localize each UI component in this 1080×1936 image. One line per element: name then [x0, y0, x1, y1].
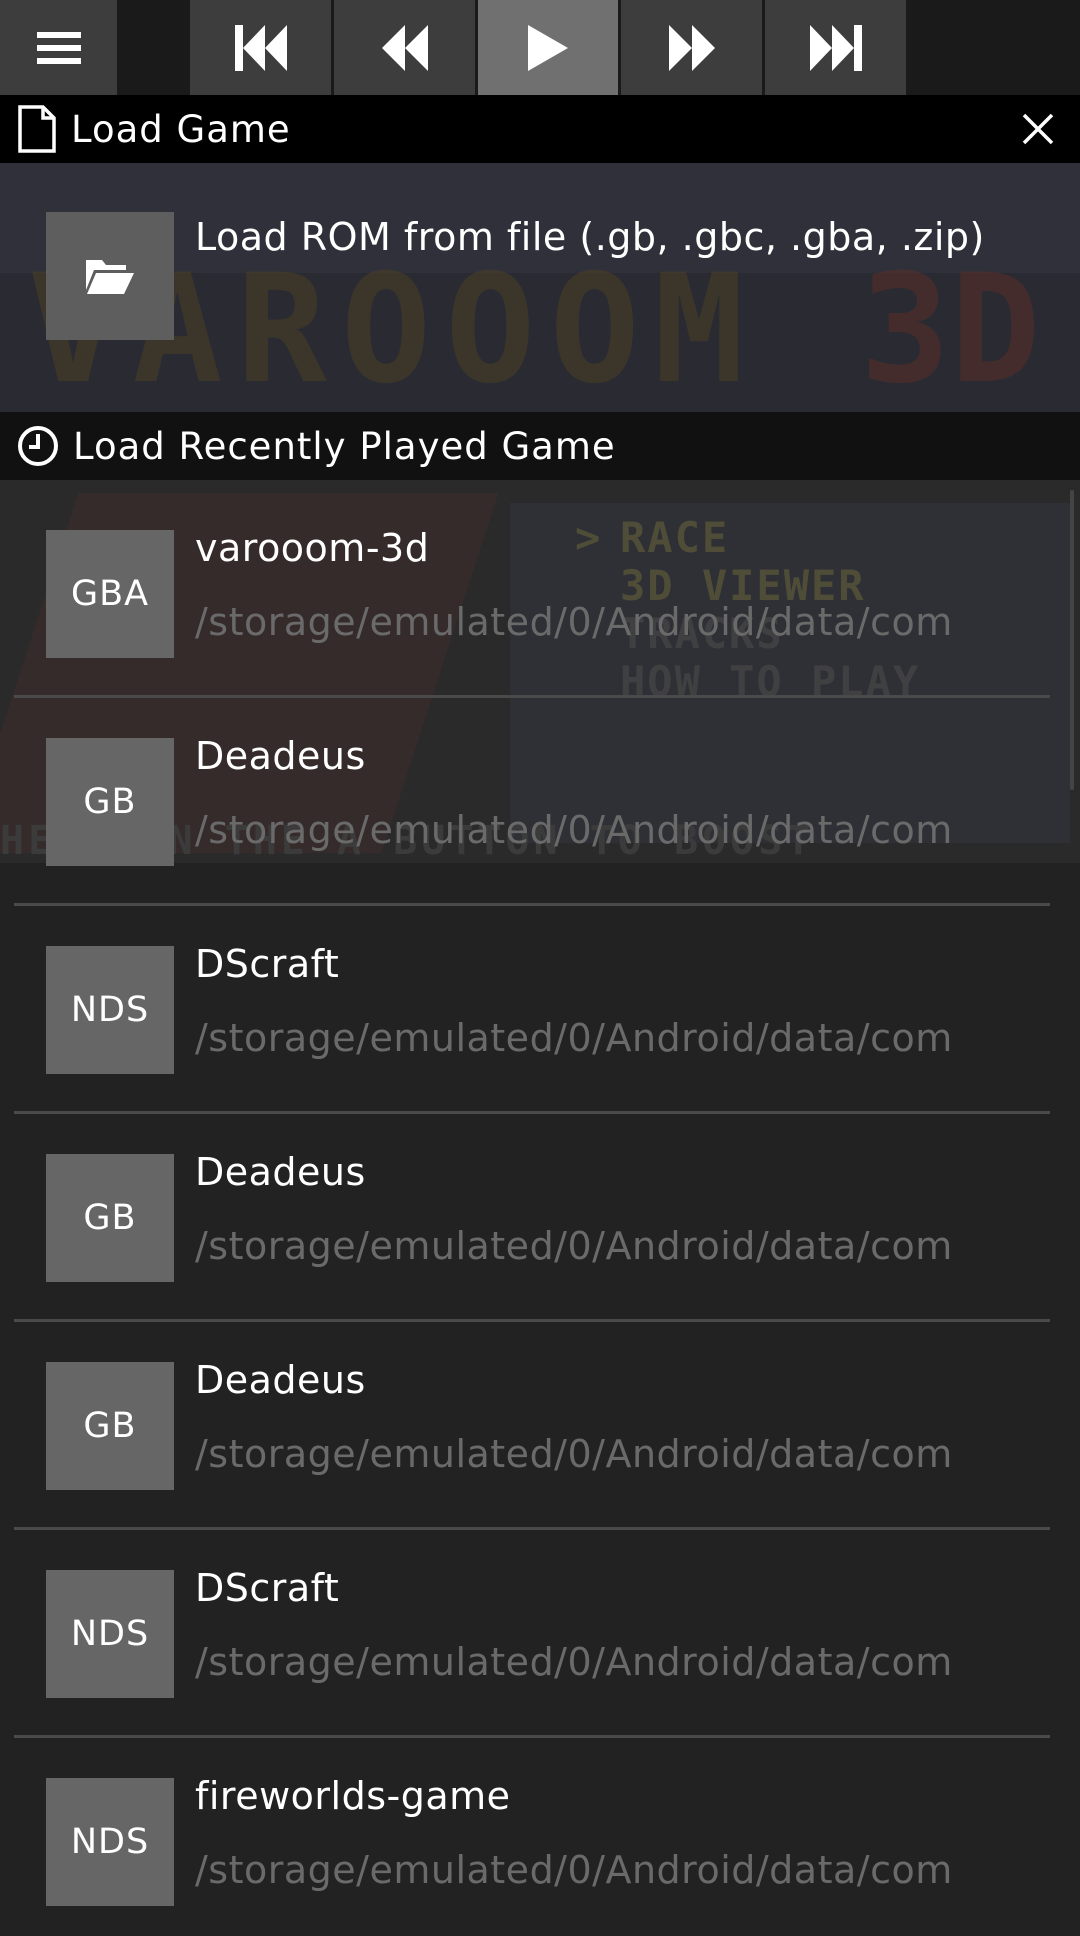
skip-previous-button[interactable]: [190, 0, 331, 95]
game-name: Deadeus: [195, 734, 366, 778]
recent-game-item[interactable]: NDS DScraft /storage/emulated/0/Android/…: [0, 896, 1050, 1104]
game-path: /storage/emulated/0/Android/data/com: [195, 1432, 953, 1476]
load-rom-label: Load ROM from file (.gb, .gbc, .gba, .zi…: [195, 215, 985, 259]
game-path: /storage/emulated/0/Android/data/com: [195, 1016, 953, 1060]
recent-game-item[interactable]: GBA varooom-3d /storage/emulated/0/Andro…: [0, 480, 1050, 688]
skip-next-icon: [809, 24, 862, 71]
game-path: /storage/emulated/0/Android/data/com: [195, 600, 953, 644]
scrollbar[interactable]: [1070, 490, 1074, 790]
recent-game-item[interactable]: GB Deadeus /storage/emulated/0/Android/d…: [0, 688, 1050, 896]
rewind-icon: [381, 24, 428, 71]
recent-games-header: Load Recently Played Game: [0, 412, 1080, 480]
menu-icon: [36, 31, 81, 64]
game-name: varooom-3d: [195, 526, 430, 570]
recent-game-item[interactable]: GB Deadeus /storage/emulated/0/Android/d…: [0, 1104, 1050, 1312]
platform-badge: NDS: [46, 1778, 174, 1906]
game-path: /storage/emulated/0/Android/data/com: [195, 808, 953, 852]
menu-button[interactable]: [0, 0, 117, 95]
platform-badge: GB: [46, 738, 174, 866]
platform-badge: NDS: [46, 946, 174, 1074]
folder-open-icon: [86, 260, 134, 294]
close-button[interactable]: [1016, 107, 1060, 151]
toolbar: [0, 0, 1080, 95]
game-name: Deadeus: [195, 1150, 366, 1194]
recent-games-title: Load Recently Played Game: [73, 424, 616, 468]
rewind-button[interactable]: [334, 0, 475, 95]
play-icon: [528, 24, 568, 71]
fast-forward-button[interactable]: [621, 0, 762, 95]
game-name: fireworlds-game: [195, 1774, 511, 1818]
recent-game-item[interactable]: NDS DScraft /storage/emulated/0/Android/…: [0, 1520, 1050, 1728]
game-path: /storage/emulated/0/Android/data/com: [195, 1640, 953, 1684]
game-path: /storage/emulated/0/Android/data/com: [195, 1224, 953, 1268]
recent-game-item[interactable]: NDS fireworlds-game /storage/emulated/0/…: [0, 1728, 1050, 1936]
platform-badge: GB: [46, 1362, 174, 1490]
recent-game-item[interactable]: GB Deadeus /storage/emulated/0/Android/d…: [0, 1312, 1050, 1520]
folder-open-button[interactable]: [46, 212, 174, 340]
skip-next-button[interactable]: [765, 0, 906, 95]
file-icon: [17, 105, 57, 153]
clock-icon: [17, 425, 59, 467]
game-name: Deadeus: [195, 1358, 366, 1402]
platform-badge: NDS: [46, 1570, 174, 1698]
skip-previous-icon: [234, 24, 287, 71]
play-button[interactable]: [478, 0, 618, 95]
game-name: DScraft: [195, 1566, 340, 1610]
platform-badge: GB: [46, 1154, 174, 1282]
load-game-header: Load Game: [0, 95, 1080, 163]
platform-badge: GBA: [46, 530, 174, 658]
load-rom-row[interactable]: Load ROM from file (.gb, .gbc, .gba, .zi…: [0, 163, 1080, 412]
game-path: /storage/emulated/0/Android/data/com: [195, 1848, 953, 1892]
game-name: DScraft: [195, 942, 340, 986]
load-game-title: Load Game: [71, 107, 291, 151]
fast-forward-icon: [668, 24, 715, 71]
close-icon: [1022, 113, 1054, 145]
